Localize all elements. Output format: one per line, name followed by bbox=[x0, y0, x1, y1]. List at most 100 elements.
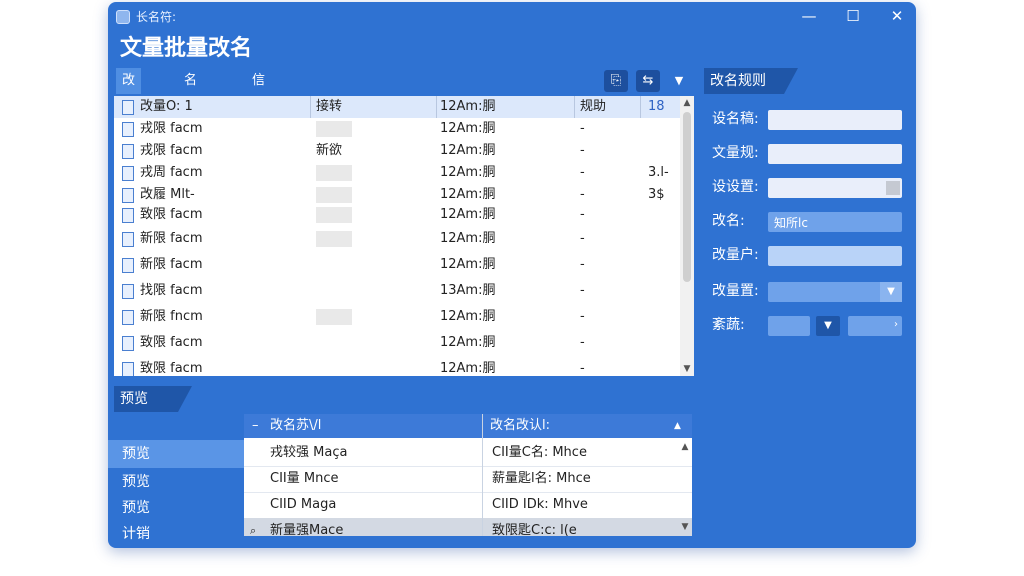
file-status: - bbox=[580, 143, 585, 158]
scroll-down-icon[interactable]: ▼ bbox=[680, 364, 694, 374]
page-title: 文量批量改名 bbox=[120, 36, 253, 61]
tab-rename-2[interactable]: 名改名 bbox=[178, 68, 203, 140]
file-size bbox=[648, 280, 678, 302]
table-row[interactable]: 戎周 facm 12Am:胴 - 3.l- bbox=[114, 162, 680, 184]
rule-input[interactable] bbox=[768, 110, 902, 130]
chevron-down-icon[interactable]: ▼ bbox=[816, 316, 840, 336]
sidebar-item-preview[interactable]: 计销 bbox=[108, 520, 252, 548]
file-icon bbox=[122, 166, 134, 181]
file-type bbox=[316, 280, 396, 302]
file-status: - bbox=[580, 361, 585, 376]
window-title: 长名符: bbox=[136, 10, 177, 24]
file-name: 戎限 facm bbox=[140, 143, 203, 158]
chevron-down-icon[interactable]: ▼ bbox=[670, 70, 688, 92]
scroll-down-icon[interactable]: ▼ bbox=[678, 522, 692, 532]
table-row[interactable]: 致限 facm 12Am:胴 - bbox=[114, 204, 680, 226]
file-type bbox=[316, 306, 396, 328]
column-header-new[interactable]: 改名改认l: bbox=[490, 414, 550, 438]
file-icon bbox=[122, 122, 134, 137]
column-separator bbox=[574, 96, 575, 118]
file-name: 新限 facm bbox=[140, 231, 203, 246]
file-list-scrollbar[interactable]: ▲ ▼ bbox=[680, 96, 694, 376]
table-row[interactable]: 改量O: 1 接转 12Am:胴 规助 18 bbox=[114, 96, 680, 118]
title-bar: 长名符: — ☐ ✕ bbox=[108, 2, 916, 30]
rule-label: 改量置: bbox=[712, 283, 759, 299]
table-row[interactable]: 找限 facm 13Am:胴 - bbox=[114, 280, 680, 302]
table-row[interactable]: 致限 facm 12Am:胴 - bbox=[114, 358, 680, 376]
file-status: - bbox=[580, 187, 585, 202]
file-size: 18 bbox=[648, 99, 665, 114]
preview-row[interactable]: CIID Maga CIID IDk: Mhve bbox=[244, 492, 692, 519]
scroll-up-icon[interactable]: ▲ bbox=[678, 442, 692, 452]
file-size bbox=[648, 228, 678, 250]
rule-input[interactable] bbox=[768, 144, 902, 164]
file-type bbox=[316, 332, 396, 354]
table-row[interactable]: 改履 Mlt- 12Am:胴 - 3$ bbox=[114, 184, 680, 206]
chevron-down-icon[interactable]: ▼ bbox=[880, 282, 902, 302]
scroll-up-icon[interactable]: ▲ bbox=[680, 98, 694, 108]
file-icon bbox=[122, 336, 134, 351]
file-date: 12Am:胴 bbox=[440, 143, 496, 158]
preview-row[interactable]: CII量 Mnce 薪量匙l名: Mhce bbox=[244, 466, 692, 493]
file-name: 新限 fncm bbox=[140, 309, 203, 324]
preview-scrollbar[interactable]: ▲ ▼ bbox=[678, 438, 692, 536]
swap-icon[interactable]: ⇆ bbox=[636, 70, 660, 92]
sidebar-item-preview[interactable]: 预览 bbox=[108, 494, 252, 522]
minimize-button[interactable]: — bbox=[792, 4, 826, 28]
file-status: - bbox=[580, 283, 585, 298]
table-row[interactable]: 戎限 facm 12Am:胴 - bbox=[114, 118, 680, 140]
file-icon bbox=[122, 208, 134, 223]
file-status: - bbox=[580, 335, 585, 350]
old-name: 新量强Mace bbox=[270, 523, 344, 536]
file-status: - bbox=[580, 207, 585, 222]
new-name: 致限匙C:c: l(e bbox=[492, 523, 577, 536]
table-row[interactable]: 戎限 facm 新欲 12Am:胴 - bbox=[114, 140, 680, 162]
old-name: 戎较强 Maça bbox=[270, 445, 348, 460]
preview-row[interactable]: ⌕ 新量强Mace 致限匙C:c: l(e bbox=[244, 518, 692, 536]
copy-icon[interactable]: ⎘ bbox=[604, 70, 628, 92]
file-status: - bbox=[580, 257, 585, 272]
sidebar-item-preview[interactable]: 预览 bbox=[108, 468, 252, 496]
file-type bbox=[316, 162, 396, 184]
rule-label: 改量户: bbox=[712, 247, 759, 263]
rule-input[interactable]: 知所lc bbox=[768, 212, 902, 232]
rule-input[interactable] bbox=[768, 178, 902, 198]
table-row[interactable]: 致限 facm 12Am:胴 - bbox=[114, 332, 680, 354]
table-row[interactable]: 新限 facm 12Am:胴 - bbox=[114, 254, 680, 276]
sort-icon[interactable]: ▲ bbox=[674, 414, 681, 438]
file-type: 接转 bbox=[316, 99, 343, 114]
table-row[interactable]: 新限 fncm 12Am:胴 - bbox=[114, 306, 680, 328]
column-header-old[interactable]: 改名苏\/l bbox=[270, 414, 321, 438]
file-size: 3.l- bbox=[648, 165, 669, 180]
file-size bbox=[648, 118, 678, 140]
rule-input[interactable] bbox=[768, 246, 902, 266]
scroll-thumb[interactable] bbox=[683, 112, 691, 282]
file-date: 12Am:胴 bbox=[440, 165, 496, 180]
rule-input[interactable] bbox=[768, 316, 810, 336]
maximize-button[interactable]: ☐ bbox=[836, 4, 870, 28]
file-icon bbox=[122, 284, 134, 299]
tab-credit[interactable]: 信用 bbox=[246, 68, 271, 114]
rule-stepper[interactable]: › bbox=[848, 316, 902, 336]
file-date: 12Am:胴 bbox=[440, 257, 496, 272]
file-status: 规助 bbox=[580, 99, 607, 114]
spin-button[interactable] bbox=[886, 181, 900, 195]
old-name: CIID Maga bbox=[270, 497, 337, 512]
tab-rename-1[interactable]: 改改名 bbox=[116, 68, 142, 140]
file-status: - bbox=[580, 231, 585, 246]
file-name: 找限 facm bbox=[140, 283, 203, 298]
collapse-icon[interactable]: – bbox=[252, 414, 259, 438]
preview-row[interactable]: 戎较强 Maça CII量C名: Mhce bbox=[244, 440, 692, 467]
rule-label: 改名: bbox=[712, 213, 745, 229]
close-button[interactable]: ✕ bbox=[880, 4, 914, 28]
file-icon bbox=[122, 100, 134, 115]
rule-input[interactable]: ▼ bbox=[768, 282, 902, 302]
file-icon bbox=[122, 258, 134, 273]
file-size bbox=[648, 204, 678, 226]
sidebar-item-preview[interactable]: 预览 bbox=[108, 440, 252, 468]
file-status: - bbox=[580, 309, 585, 324]
table-row[interactable]: 新限 facm 12Am:胴 - bbox=[114, 228, 680, 250]
file-name: 戎周 facm bbox=[140, 165, 203, 180]
file-icon bbox=[122, 362, 134, 376]
file-size bbox=[648, 254, 678, 276]
